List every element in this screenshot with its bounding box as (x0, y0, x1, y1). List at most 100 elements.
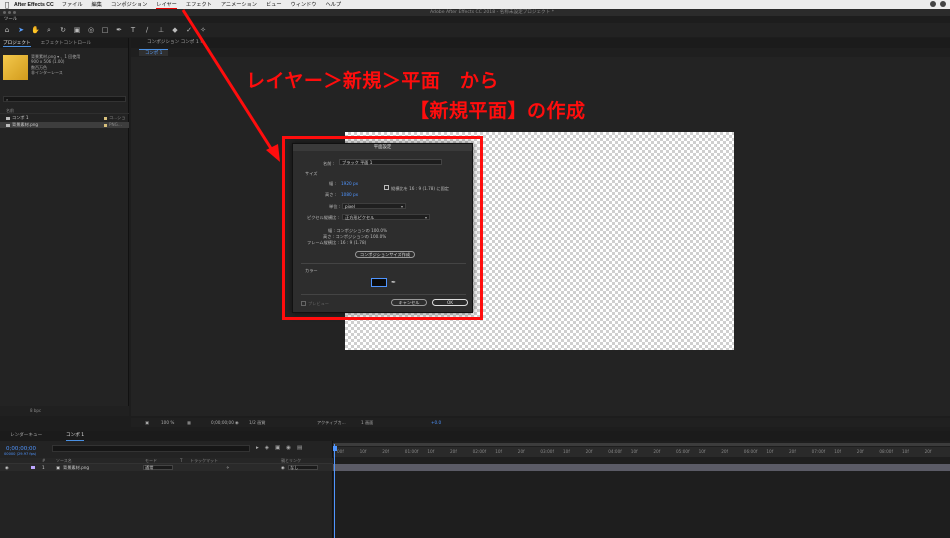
ruler-tick-label: 20f (585, 449, 593, 454)
rotate-tool-icon[interactable]: ↻ (59, 26, 67, 34)
annotation-text-line2: 【新規平面】の作成 (410, 100, 586, 122)
label-color-swatch (104, 116, 107, 120)
asset-info-line: 非インターレース (31, 70, 63, 76)
clone-tool-icon[interactable]: ⊥ (157, 26, 165, 34)
minimize-window-icon[interactable] (8, 11, 11, 14)
ruler-tick-label: 20f (517, 449, 525, 454)
layer-name[interactable]: 背景素材.png (63, 464, 89, 471)
app-menu[interactable]: After Effects CC (14, 2, 54, 8)
pen-tool-icon[interactable]: ✒ (115, 26, 123, 34)
pan-behind-tool-icon[interactable]: ◎ (87, 26, 95, 34)
blend-mode-select[interactable]: 通常 (143, 465, 173, 470)
always-preview-icon[interactable]: ▣ (145, 418, 149, 427)
tab-project[interactable]: プロジェクト (3, 40, 31, 47)
ruler-tick-label: 20f (924, 449, 932, 454)
annotation-text-line1: レイヤー＞新規＞平面 から (246, 70, 499, 92)
zoom-tool-icon[interactable]: ⌕ (45, 26, 53, 35)
resolution-select[interactable]: 1/2 画質 (249, 418, 265, 427)
layer-duration-bar[interactable] (333, 464, 950, 471)
menu-animation[interactable]: アニメーション (221, 1, 257, 8)
close-window-icon[interactable] (3, 11, 6, 14)
label-color-swatch (104, 123, 107, 127)
puppet-tool-icon[interactable]: ✧ (199, 26, 207, 34)
project-item-name: コンポ 1 (12, 115, 29, 120)
bit-depth-label[interactable]: 8 bpc (30, 408, 41, 413)
rectangle-tool-icon[interactable]: □ (101, 26, 109, 34)
timeline-layer-row[interactable]: ◉ 1 ▣ 背景素材.png 通常 ✧ ◉ なし (0, 464, 333, 471)
ruler-tick-label: 03:00f (540, 449, 554, 454)
playhead[interactable] (333, 444, 337, 538)
project-item-type: PNG... (109, 122, 122, 127)
composition-subtab-bar: コンポ 1 (131, 48, 950, 57)
ruler-tick-label: 20f (856, 449, 864, 454)
composition-panel: コンポジション コンポ 1 ≡ コンポ 1 (131, 38, 950, 416)
ruler-tick-label: 10f (359, 449, 367, 454)
menu-view[interactable]: ビュー (266, 1, 282, 8)
exposure-value[interactable]: +0.0 (431, 418, 441, 427)
layer-index: 1 (42, 465, 45, 470)
camera-tool-icon[interactable]: ▣ (73, 26, 81, 34)
menu-window[interactable]: ウィンドウ (291, 1, 317, 8)
timeline-search-input[interactable] (52, 445, 250, 452)
project-column-header[interactable]: 名前 (0, 108, 129, 114)
timeline-frame-count: 00000 (29.97 fps) (4, 452, 37, 456)
layer-switches-icon[interactable]: ✧ (226, 464, 230, 471)
current-time[interactable]: 0;00;00;00 (211, 418, 234, 427)
tab-timeline-comp-1[interactable]: コンポ 1 (66, 431, 85, 441)
home-icon[interactable]: ⌂ (3, 26, 11, 34)
tab-render-queue[interactable]: レンダーキュー (10, 431, 42, 441)
project-item[interactable]: コンポ 1 コ...ション (0, 115, 129, 126)
zoom-window-icon[interactable] (13, 11, 16, 14)
type-tool-icon[interactable]: T (129, 26, 137, 34)
menu-layer[interactable]: レイヤー (156, 1, 177, 9)
ruler-tick-label: 10f (495, 449, 502, 454)
label-color-swatch[interactable] (31, 466, 35, 469)
ruler-tick-label: 05:00f (676, 449, 690, 454)
eraser-tool-icon[interactable]: ◆ (171, 26, 179, 34)
composition-tab[interactable]: コンポジション コンポ 1 ≡ (131, 38, 950, 48)
tool-bar: ⌂ ➤ ✋ ⌕ ↻ ▣ ◎ □ ✒ T ∕ ⊥ ◆ ✓ ✧ (0, 23, 950, 37)
menu-file[interactable]: ファイル (62, 1, 83, 8)
tab-comp-1[interactable]: コンポ 1 (139, 49, 169, 56)
playhead-handle[interactable] (333, 446, 337, 451)
brush-tool-icon[interactable]: ∕ (143, 26, 151, 34)
tools-panel-label: ツール (4, 17, 18, 22)
zoom-select[interactable]: 100 % (161, 418, 174, 427)
image-file-icon: ▣ (56, 465, 60, 470)
pick-whip-icon[interactable]: ◉ (281, 464, 285, 471)
apple-icon[interactable]:  (0, 1, 14, 9)
window-titlebar: Adobe After Effects CC 2018 - 名称未設定プロジェク… (0, 9, 950, 16)
hand-tool-icon[interactable]: ✋ (31, 26, 40, 34)
user-icon[interactable] (940, 1, 946, 7)
menu-edit[interactable]: 編集 (92, 1, 102, 8)
project-item[interactable]: 背景素材.png PNG... (0, 122, 129, 128)
time-ruler[interactable]: 00f 10f 20f 01:00f 10f 20f 02:00f 10f 20f 03:00f 1… (333, 447, 950, 457)
project-search-input[interactable]: ⌕ (3, 96, 126, 102)
ruler-tick-label: 20f (789, 449, 796, 454)
annotation-highlight-box (282, 136, 483, 320)
menu-help[interactable]: ヘルプ (325, 1, 341, 8)
grid-icon[interactable]: ▦ (187, 418, 191, 427)
visibility-icon[interactable]: ◉ (5, 464, 9, 471)
views-select[interactable]: 1 画面 (361, 418, 373, 427)
timeline-layer-panel: 0;00;00;00 00000 (29.97 fps) ▸◈▣◉▤ # ソース… (0, 441, 333, 538)
menu-effect[interactable]: エフェクト (186, 1, 212, 8)
tab-effect-controls[interactable]: エフェクトコントロール (41, 40, 92, 46)
parent-select[interactable]: なし (288, 465, 318, 470)
ruler-tick-label: 20f (721, 449, 728, 454)
ruler-tick-label: 00f (337, 449, 344, 454)
active-camera-select[interactable]: アクティブカ... (317, 418, 346, 427)
snapshot-icon[interactable]: ◉ (235, 418, 239, 427)
timeline-switch-icons[interactable]: ▸◈▣◉▤ (256, 445, 308, 451)
roto-brush-icon[interactable]: ✓ (185, 26, 193, 34)
work-area-bar[interactable] (333, 443, 950, 446)
window-title: Adobe After Effects CC 2018 - 名称未設定プロジェク… (430, 10, 554, 15)
menu-composition[interactable]: コンポジション (111, 1, 147, 8)
ruler-tick-label: 08:00f (879, 449, 893, 454)
ruler-tick-label: 10f (834, 449, 841, 454)
ruler-tick-label: 10f (427, 449, 435, 454)
viewer-controls: ▣ 100 % ▦ 0;00;00;00 ◉ 1/2 画質 アクティブカ... … (131, 418, 950, 427)
asset-thumbnail (3, 55, 28, 80)
selection-tool-icon[interactable]: ➤ (17, 26, 25, 34)
status-icon[interactable] (930, 1, 936, 7)
